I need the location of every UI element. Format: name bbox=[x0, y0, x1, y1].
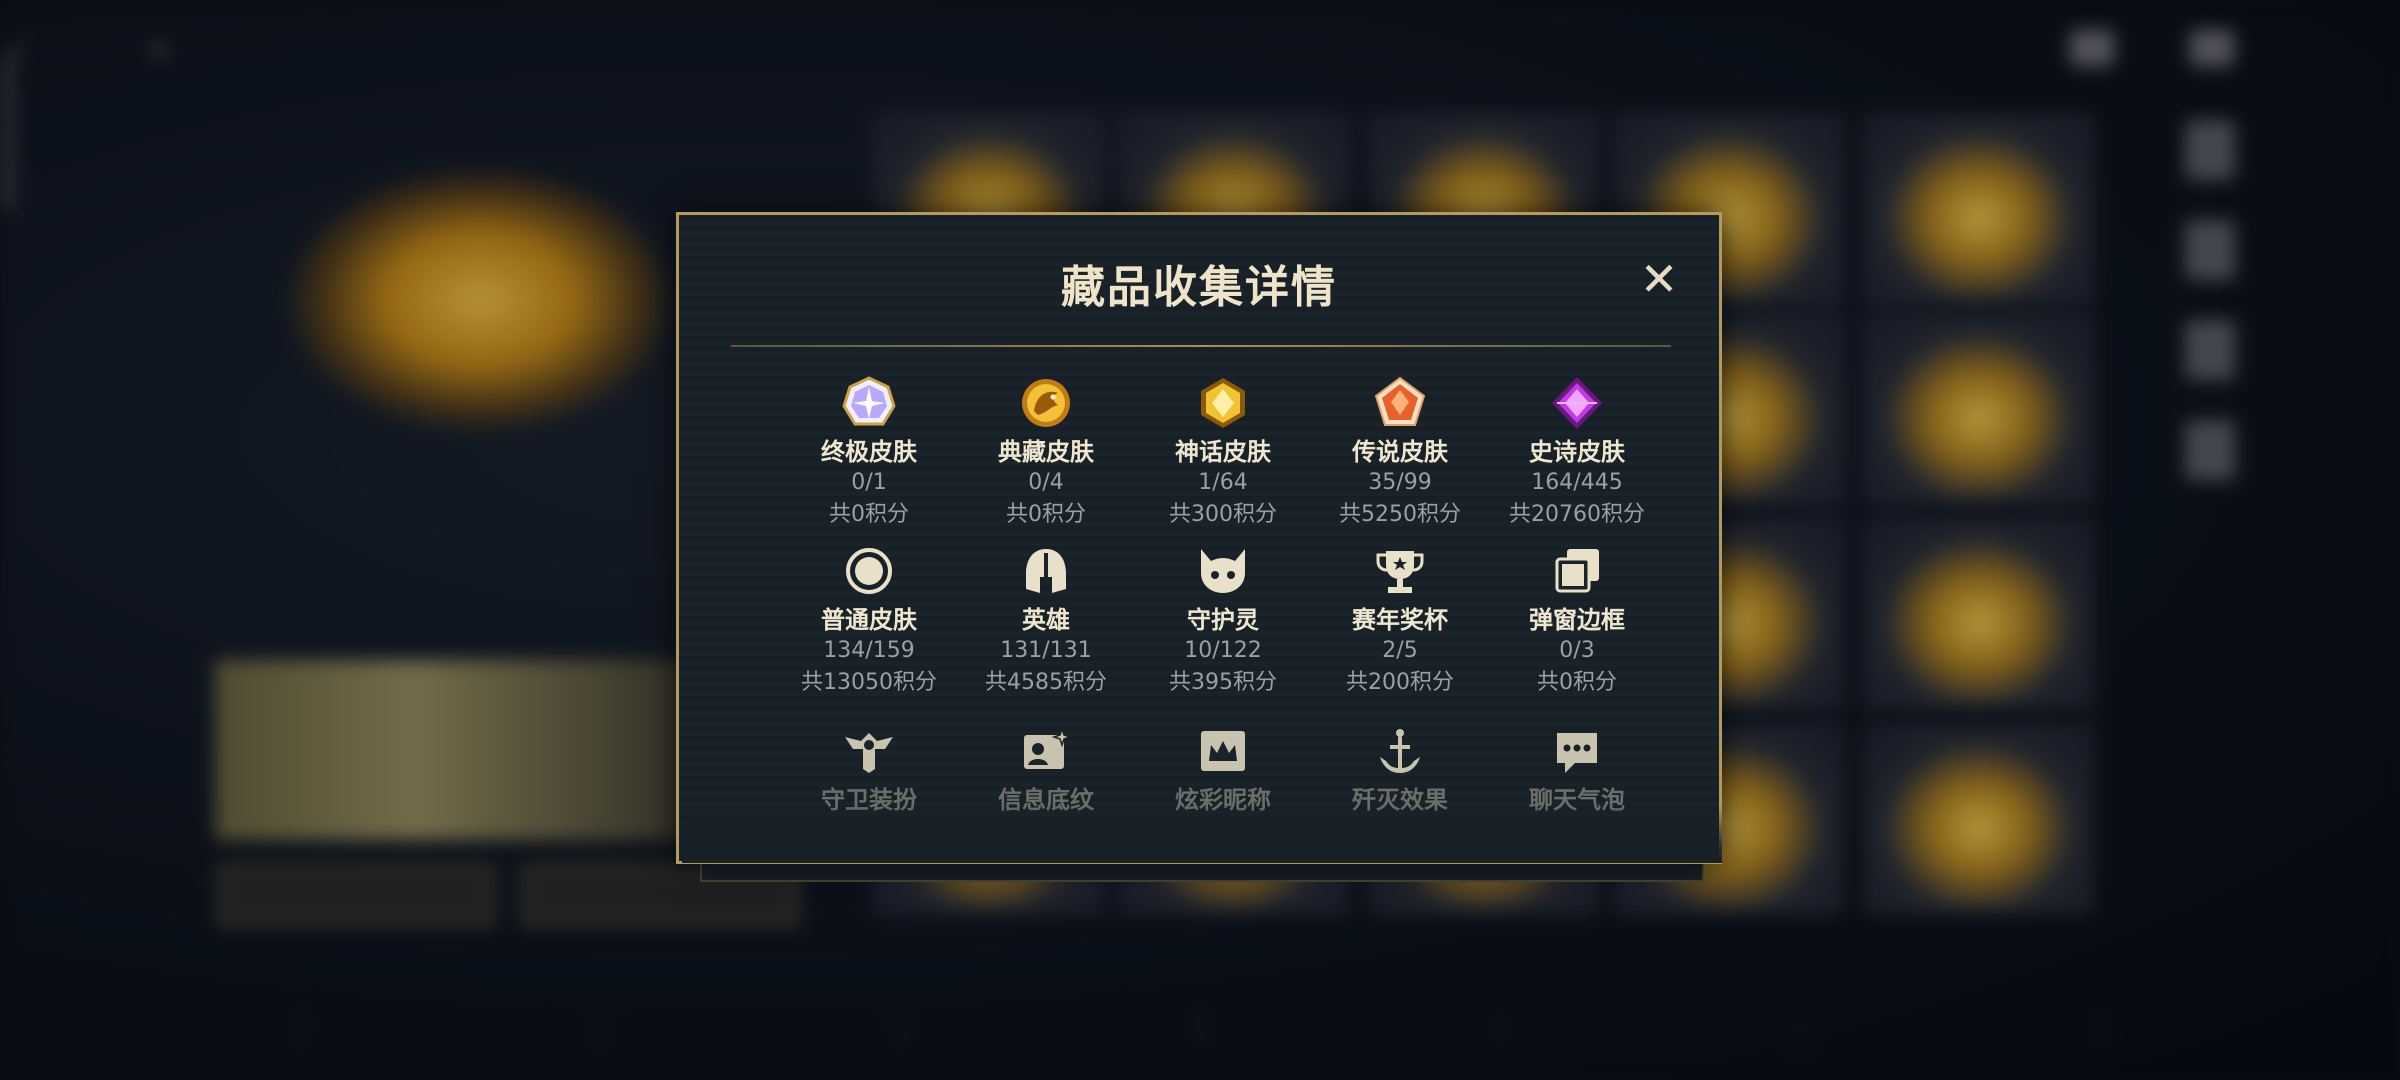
chat-bubble-icon bbox=[1557, 733, 1597, 773]
item-name: 神话皮肤 bbox=[1175, 438, 1271, 466]
item-points: 共0积分 bbox=[829, 502, 909, 527]
dragon-collection-skin-icon bbox=[1022, 379, 1070, 427]
item-name: 英雄 bbox=[1022, 606, 1070, 634]
guard-outfit-icon bbox=[845, 733, 893, 773]
item-name: 典藏皮肤 bbox=[998, 438, 1094, 466]
collection-item[interactable]: 普通皮肤 134/159 共13050积分 bbox=[779, 543, 959, 699]
item-count: 0/1 bbox=[851, 470, 887, 495]
collection-item[interactable]: 史诗皮肤 164/445 共20760积分 bbox=[1487, 375, 1667, 531]
item-points: 共20760积分 bbox=[1509, 502, 1645, 527]
colorful-nickname-icon bbox=[1201, 731, 1245, 771]
annihilation-effect-icon bbox=[1380, 729, 1420, 773]
item-name: 守卫装扮 bbox=[821, 786, 917, 814]
myth-skin-icon bbox=[1201, 378, 1245, 428]
collection-item[interactable]: 典藏皮肤 0/4 共0积分 bbox=[956, 375, 1136, 531]
item-name: 信息底纹 bbox=[998, 786, 1094, 814]
item-name: 传说皮肤 bbox=[1352, 438, 1448, 466]
item-count: 1/64 bbox=[1198, 470, 1248, 495]
item-points: 共4585积分 bbox=[985, 670, 1107, 695]
collection-item[interactable]: 终极皮肤 0/1 共0积分 bbox=[779, 375, 959, 531]
item-points: 共200积分 bbox=[1346, 670, 1454, 695]
helmet-icon bbox=[1026, 549, 1066, 593]
item-count: 131/131 bbox=[1000, 638, 1092, 663]
collection-item[interactable]: 歼灭效果 bbox=[1310, 723, 1490, 815]
collection-item[interactable]: 赛年奖杯 2/5 共200积分 bbox=[1310, 543, 1490, 699]
info-background-icon bbox=[1024, 726, 1073, 769]
collection-details-modal: 藏品收集详情 ✕ 终极皮肤 0/1 共0积分 典藏皮肤 0/4 共0积分 神话皮… bbox=[676, 212, 1722, 864]
item-name: 终极皮肤 bbox=[821, 438, 917, 466]
title-divider bbox=[731, 345, 1671, 347]
item-points: 共0积分 bbox=[1006, 502, 1086, 527]
modal-base-plate bbox=[700, 862, 1704, 882]
collection-item[interactable]: 传说皮肤 35/99 共5250积分 bbox=[1310, 375, 1490, 531]
trophy-icon bbox=[1376, 551, 1424, 593]
close-button[interactable]: ✕ bbox=[1637, 256, 1681, 302]
item-name: 歼灭效果 bbox=[1352, 786, 1448, 814]
collection-item[interactable]: 守护灵 10/122 共395积分 bbox=[1133, 543, 1313, 699]
item-count: 10/122 bbox=[1184, 638, 1262, 663]
collection-item[interactable]: 英雄 131/131 共4585积分 bbox=[956, 543, 1136, 699]
collection-item[interactable]: 神话皮肤 1/64 共300积分 bbox=[1133, 375, 1313, 531]
item-count: 0/3 bbox=[1559, 638, 1595, 663]
item-count: 2/5 bbox=[1382, 638, 1418, 663]
guardian-spirit-icon bbox=[1201, 549, 1245, 593]
item-points: 共0积分 bbox=[1537, 670, 1617, 695]
collection-item[interactable]: 聊天气泡 bbox=[1487, 723, 1667, 815]
collection-item[interactable]: 弹窗边框 0/3 共0积分 bbox=[1487, 543, 1667, 699]
item-name: 炫彩昵称 bbox=[1175, 786, 1271, 814]
item-count: 35/99 bbox=[1368, 470, 1432, 495]
legend-skin-icon bbox=[1374, 376, 1426, 426]
item-name: 赛年奖杯 bbox=[1352, 606, 1448, 634]
collection-item[interactable]: 守卫装扮 bbox=[779, 723, 959, 815]
item-count: 0/4 bbox=[1028, 470, 1064, 495]
screen: ‹ 藏品收集详情 ✕ 终极皮肤 0/1 共0积分 典藏皮肤 0/4 共0积分 神… bbox=[0, 0, 2400, 1080]
ultimate-skin-icon bbox=[842, 376, 896, 426]
epic-skin-icon bbox=[1552, 377, 1602, 429]
item-points: 共300积分 bbox=[1169, 502, 1277, 527]
item-count: 164/445 bbox=[1531, 470, 1623, 495]
item-points: 共13050积分 bbox=[801, 670, 937, 695]
item-name: 弹窗边框 bbox=[1529, 606, 1625, 634]
item-points: 共5250积分 bbox=[1339, 502, 1461, 527]
item-points: 共395积分 bbox=[1169, 670, 1277, 695]
item-name: 守护灵 bbox=[1187, 606, 1259, 634]
collection-item[interactable]: 信息底纹 bbox=[956, 723, 1136, 815]
modal-title: 藏品收集详情 bbox=[1061, 262, 1337, 313]
item-name: 聊天气泡 bbox=[1529, 786, 1625, 814]
popup-frame-icon bbox=[1555, 549, 1599, 593]
collection-item[interactable]: 炫彩昵称 bbox=[1133, 723, 1313, 815]
item-name: 史诗皮肤 bbox=[1529, 438, 1625, 466]
item-count: 134/159 bbox=[823, 638, 915, 663]
normal-skin-icon bbox=[846, 548, 892, 594]
item-name: 普通皮肤 bbox=[821, 606, 917, 634]
